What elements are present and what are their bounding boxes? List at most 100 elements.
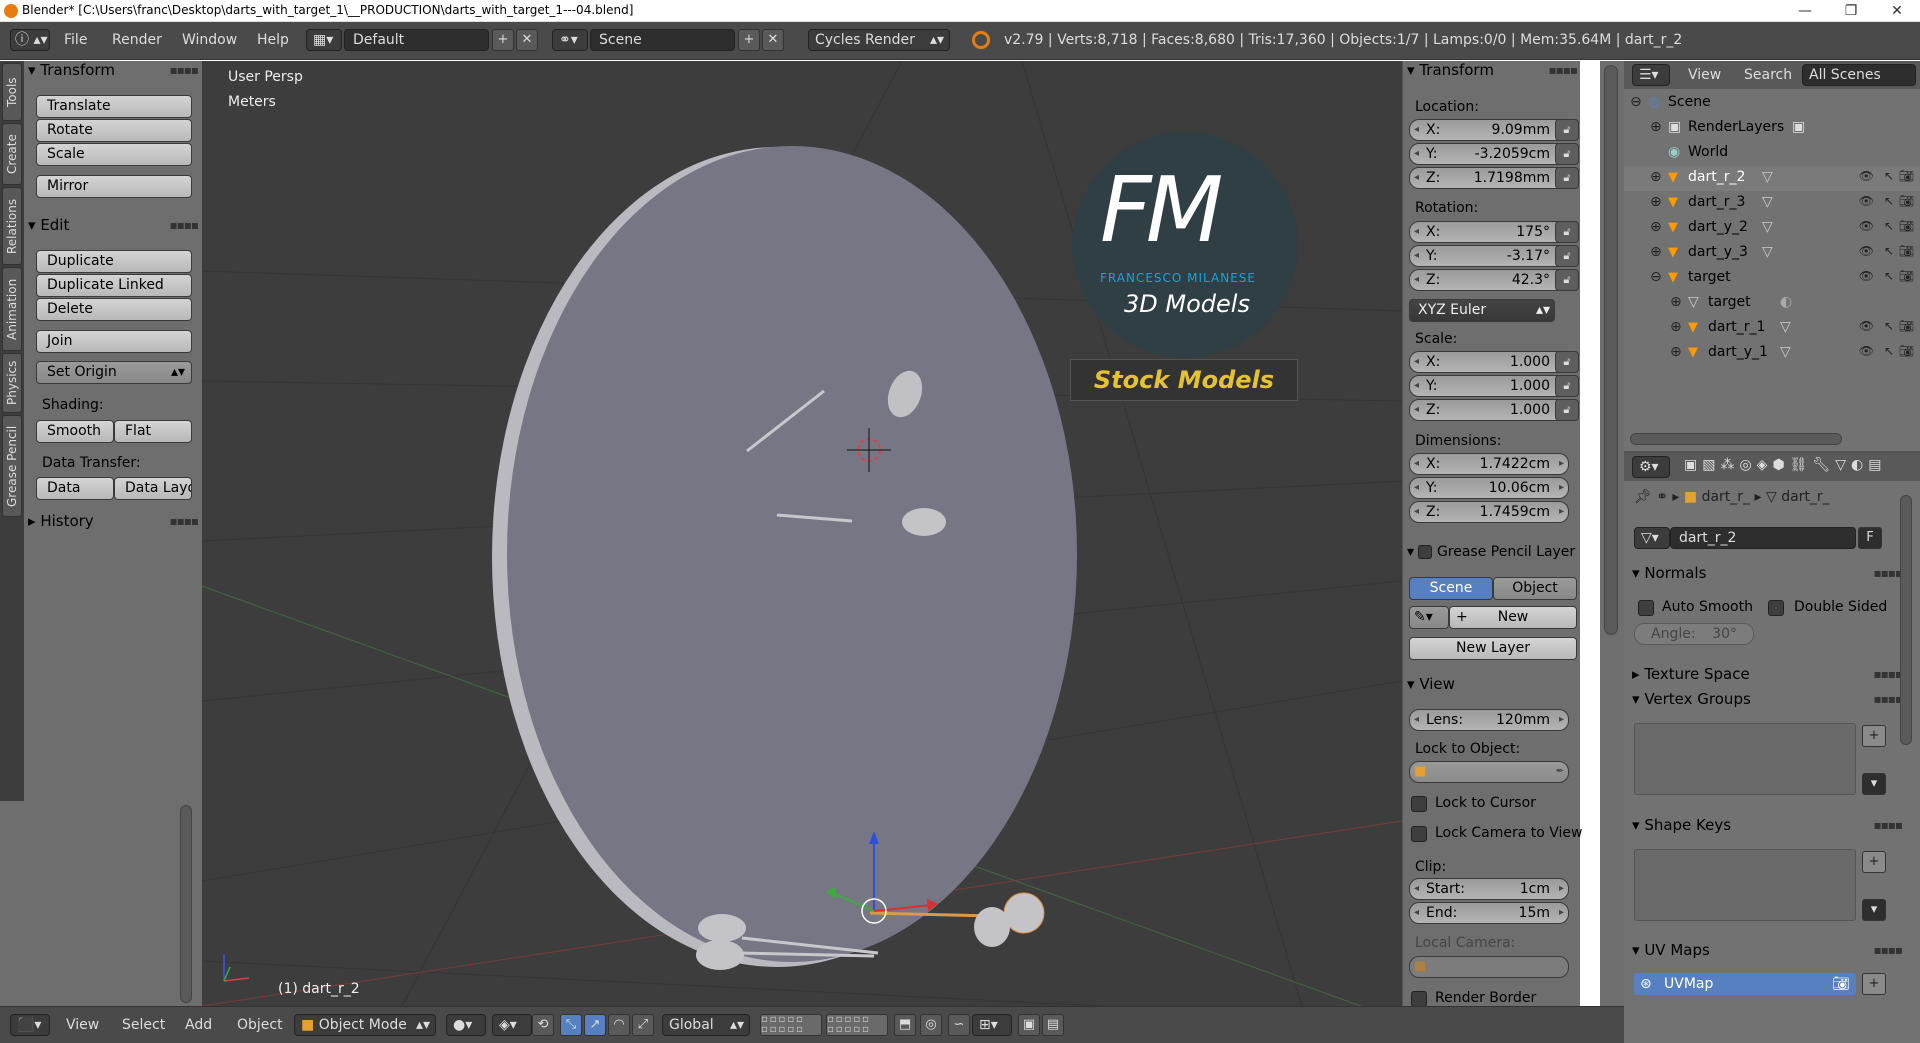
gp-new-button[interactable]: + New bbox=[1449, 606, 1577, 629]
menu-add[interactable]: Add bbox=[185, 1017, 212, 1033]
location-x-field[interactable]: ◂X:9.09mm▸ bbox=[1409, 119, 1569, 141]
outliner-search-menu[interactable]: Search bbox=[1744, 67, 1792, 83]
outliner-row-dart-r-2[interactable]: ⊕ ▼ dart_r_2 ▽ 👁︎ ↖ 📷︎ bbox=[1624, 166, 1920, 191]
manipulator-toggle-icon[interactable]: ⟲ bbox=[532, 1014, 554, 1036]
rotate-button[interactable]: Rotate bbox=[36, 119, 192, 142]
outliner-row-target[interactable]: ⊖ ▼ target 👁︎ ↖ 📷︎ bbox=[1624, 266, 1920, 291]
opengl-render-icon[interactable]: ▣ bbox=[1018, 1014, 1040, 1036]
render-camera-icon[interactable]: 📷︎ bbox=[1899, 169, 1914, 183]
duplicate-button[interactable]: Duplicate bbox=[36, 250, 192, 273]
angle-field[interactable]: Angle: 30° bbox=[1634, 623, 1754, 645]
tab-grease-pencil[interactable]: Grease Pencil bbox=[2, 415, 22, 517]
rotate-manipulator-icon[interactable]: ◠ bbox=[608, 1014, 630, 1036]
outliner-row-target-mesh[interactable]: ⊕ ▽ target ◐ bbox=[1624, 291, 1920, 316]
select-cursor-icon[interactable]: ↖ bbox=[1884, 269, 1894, 283]
render-camera-icon[interactable]: 📷︎ bbox=[1899, 219, 1914, 233]
shape-keys-header[interactable]: ▾ Shape Keys ▪▪▪▪ bbox=[1632, 816, 1903, 838]
grease-pencil-checkbox[interactable] bbox=[1418, 545, 1433, 559]
location-y-field[interactable]: ◂Y:-3.2059cm▸ bbox=[1409, 143, 1569, 165]
scale-z-field[interactable]: ◂Z:1.000▸ bbox=[1409, 399, 1569, 421]
menu-window[interactable]: Window bbox=[182, 32, 237, 48]
select-cursor-icon[interactable]: ↖ bbox=[1884, 244, 1894, 258]
translate-arrow-icon[interactable]: ↗ bbox=[584, 1014, 606, 1036]
lens-field[interactable]: ◂ Lens: 120mm ▸ bbox=[1409, 709, 1569, 731]
lock-icon[interactable]: 🔓︎ bbox=[1555, 143, 1579, 165]
outliner-filter-select[interactable]: All Scenes bbox=[1802, 64, 1916, 86]
drag-handle-icon[interactable]: ▪▪▪▪ bbox=[169, 218, 199, 232]
snap-toggle-icon[interactable]: ∽ bbox=[948, 1014, 970, 1036]
lock-icon[interactable]: 🔓︎ bbox=[1555, 119, 1579, 141]
rotation-z-field[interactable]: ◂Z:42.3°▸ bbox=[1409, 269, 1569, 291]
render-camera-icon[interactable]: 📷︎ bbox=[1899, 244, 1914, 258]
lock-icon[interactable]: 🔓︎ bbox=[1555, 245, 1579, 267]
rotation-mode-select[interactable]: XYZ Euler ▴▾ bbox=[1409, 299, 1555, 322]
screen-layout-field[interactable]: Default bbox=[344, 29, 489, 51]
double-sided-checkbox[interactable] bbox=[1768, 600, 1784, 616]
dimensions-y-field[interactable]: ◂ Y: 10.06cm ▸ bbox=[1409, 477, 1569, 499]
clip-end-field[interactable]: ◂ End: 15m ▸ bbox=[1409, 902, 1569, 924]
vertex-groups-list[interactable] bbox=[1634, 723, 1856, 795]
lock-icon[interactable]: 🔓︎ bbox=[1555, 351, 1579, 373]
screen-layout-icon[interactable]: ▦▾ bbox=[306, 29, 342, 51]
menu-file[interactable]: File bbox=[64, 32, 87, 48]
lock-icon[interactable]: 🔓︎ bbox=[1555, 399, 1579, 421]
3d-viewport[interactable]: User Persp Meters (1) dart_r_2 FM FRANCE… bbox=[202, 61, 1402, 1006]
snap-element-icon[interactable]: ⊞▾ bbox=[972, 1014, 1012, 1036]
outliner-row-dart-y-2[interactable]: ⊕ ▼ dart_y_2 ▽ 👁︎ ↖ 📷︎ bbox=[1624, 216, 1920, 241]
menu-render[interactable]: Render bbox=[112, 32, 162, 48]
scene-icon[interactable]: ⚭▾ bbox=[552, 29, 588, 51]
proportional-edit-icon[interactable]: ◎ bbox=[920, 1014, 942, 1036]
add-screen-icon[interactable]: + bbox=[492, 29, 514, 51]
outliner-row-scene[interactable]: ⊖ ◍ Scene bbox=[1624, 91, 1920, 116]
rotation-x-field[interactable]: ◂X:175°▸ bbox=[1409, 221, 1569, 243]
rotation-y-field[interactable]: ◂Y:-3.17°▸ bbox=[1409, 245, 1569, 267]
auto-smooth-checkbox[interactable] bbox=[1638, 600, 1654, 616]
properties-editor-icon[interactable]: ⚙▾ bbox=[1632, 456, 1670, 478]
delete-button[interactable]: Delete bbox=[36, 298, 192, 321]
eye-icon[interactable]: 👁︎ bbox=[1859, 344, 1874, 358]
add-shape-key-icon[interactable]: + bbox=[1862, 851, 1886, 873]
render-border-checkbox[interactable] bbox=[1411, 991, 1427, 1007]
uv-maps-header[interactable]: ▾ UV Maps ▪▪▪▪ bbox=[1632, 941, 1903, 963]
local-camera-field[interactable]: ■ bbox=[1409, 956, 1569, 978]
n-transform-header[interactable]: ▾ Transform ▪▪▪▪ bbox=[1407, 61, 1578, 83]
outliner-row-world[interactable]: ◉ World bbox=[1624, 141, 1920, 166]
texture-space-header[interactable]: ▸ Texture Space ▪▪▪▪ bbox=[1632, 665, 1903, 687]
select-cursor-icon[interactable]: ↖ bbox=[1884, 169, 1894, 183]
add-scene-icon[interactable]: + bbox=[738, 29, 760, 51]
view-panel-header[interactable]: ▾ View bbox=[1407, 675, 1577, 697]
data-transfer-button[interactable]: Data bbox=[36, 477, 114, 500]
clip-start-field[interactable]: ◂ Start: 1cm ▸ bbox=[1409, 878, 1569, 900]
transform-panel-header[interactable]: ▾ Transform ▪▪▪▪ bbox=[28, 61, 199, 83]
scale-manipulator-icon[interactable]: ⤢ bbox=[632, 1014, 654, 1036]
scrollbar-track[interactable] bbox=[180, 805, 192, 1003]
lock-icon[interactable]: 🔓︎ bbox=[1555, 375, 1579, 397]
outliner-row-dart-y-1[interactable]: ⊕ ▼ dart_y_1 ▽ 👁︎ ↖ 📷︎ bbox=[1624, 341, 1920, 366]
select-cursor-icon[interactable]: ↖ bbox=[1884, 319, 1894, 333]
gp-object-toggle[interactable]: Object bbox=[1493, 577, 1577, 600]
mirror-button[interactable]: Mirror bbox=[36, 175, 192, 198]
menu-view[interactable]: View bbox=[66, 1017, 99, 1033]
edit-panel-header[interactable]: ▾ Edit ▪▪▪▪ bbox=[28, 216, 199, 238]
eye-icon[interactable]: 👁︎ bbox=[1859, 194, 1874, 208]
pivot-point-icon[interactable]: ◈▾ bbox=[492, 1014, 532, 1036]
translate-button[interactable]: Translate bbox=[36, 95, 192, 118]
eye-icon[interactable]: 👁︎ bbox=[1859, 244, 1874, 258]
menu-object[interactable]: Object bbox=[237, 1017, 283, 1033]
mesh-browse-icon[interactable]: ▽▾ bbox=[1634, 527, 1670, 549]
scrollbar-thumb[interactable] bbox=[1604, 65, 1618, 635]
gp-pencil-icon[interactable]: ✎▾ bbox=[1409, 606, 1449, 629]
menu-help[interactable]: Help bbox=[257, 32, 289, 48]
add-vertex-group-icon[interactable]: + bbox=[1862, 725, 1886, 747]
set-origin-select[interactable]: Set Origin ▴▾ bbox=[36, 361, 192, 384]
editor-type-info-icon[interactable]: ⓘ ▴▾ bbox=[10, 29, 50, 51]
dimensions-x-field[interactable]: ◂ X: 1.7422cm ▸ bbox=[1409, 453, 1569, 475]
history-panel-header[interactable]: ▸ History ▪▪▪▪ bbox=[28, 512, 199, 534]
properties-context-tabs[interactable]: ▣▧⁂◎◈⬢⛓🔧︎▽◐▤ bbox=[1684, 457, 1886, 473]
viewport-shading-icon[interactable]: ●▾ bbox=[446, 1014, 486, 1036]
scale-button[interactable]: Scale bbox=[36, 143, 192, 166]
select-cursor-icon[interactable]: ↖ bbox=[1884, 344, 1894, 358]
grease-pencil-layer-header[interactable]: ▾ Grease Pencil Layer bbox=[1407, 542, 1577, 564]
close-button[interactable]: ✕ bbox=[1874, 0, 1920, 22]
eye-icon[interactable]: 👁︎ bbox=[1859, 219, 1874, 233]
